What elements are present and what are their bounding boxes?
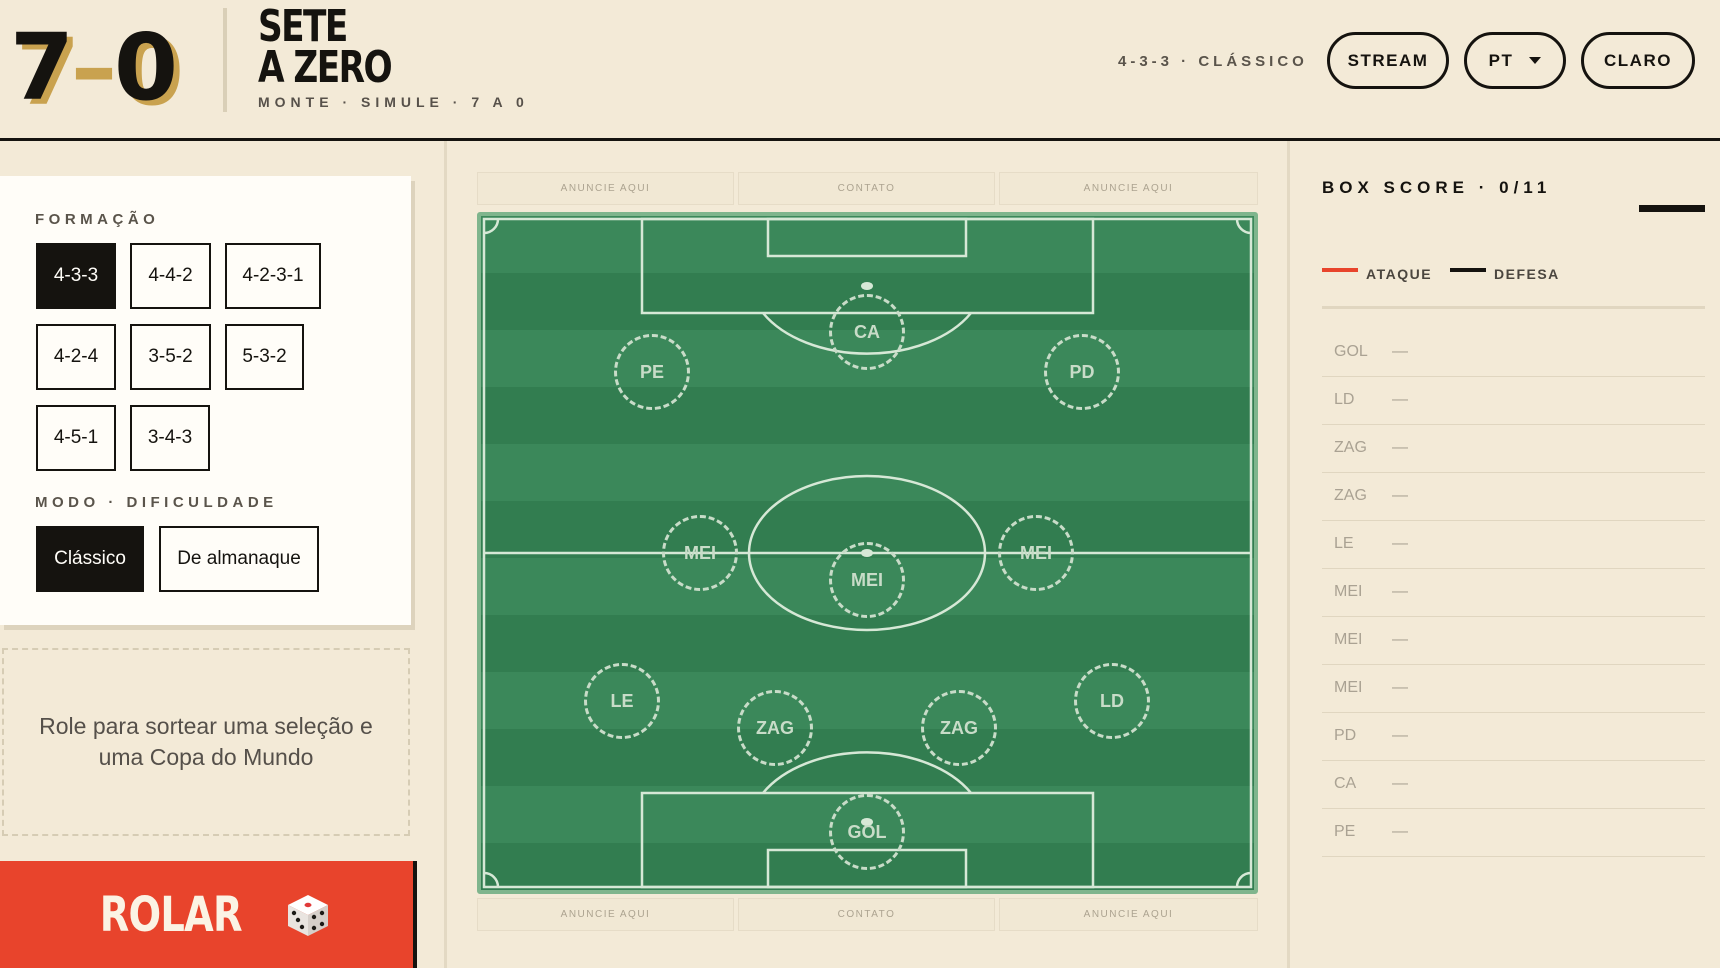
brand-tagline: MONTE · SIMULE · 7 A 0	[258, 94, 529, 110]
position-slot-mei-left[interactable]: MEI	[662, 515, 738, 591]
mode-button-almanaque[interactable]: De almanaque	[159, 526, 319, 592]
dice-icon	[288, 894, 329, 936]
logo-divider	[223, 8, 227, 112]
theme-toggle-button[interactable]: CLARO	[1581, 32, 1695, 89]
mode-button-classico[interactable]: Clássico	[36, 526, 144, 592]
score-row: ZAG —	[1322, 425, 1705, 473]
contact-link[interactable]: CONTATO	[738, 898, 995, 931]
stream-button[interactable]: STREAM	[1327, 32, 1449, 89]
formation-button-3-4-3[interactable]: 3-4-3	[130, 405, 210, 471]
score-row: GOL —	[1322, 329, 1705, 377]
legend-swatch-attack	[1322, 268, 1358, 272]
mode-title: MODO · DIFICULDADE	[35, 494, 278, 511]
chevron-down-icon	[1529, 57, 1542, 64]
column-divider	[444, 141, 447, 968]
legend-defense: DEFESA	[1450, 266, 1560, 282]
position-slot-gol[interactable]: GOL	[829, 794, 905, 870]
score-row: ZAG —	[1322, 473, 1705, 521]
score-row: CA —	[1322, 761, 1705, 809]
position-slot-ca[interactable]: CA	[829, 294, 905, 370]
score-row: MEI —	[1322, 617, 1705, 665]
formation-button-3-5-2[interactable]: 3-5-2	[130, 324, 211, 390]
legend-swatch-defense	[1450, 268, 1486, 272]
position-slot-mei-right[interactable]: MEI	[998, 515, 1074, 591]
pitch: CA PE PD MEI MEI MEI LE ZAG ZAG LD GOL	[477, 212, 1258, 894]
ad-slot[interactable]: ANUNCIE AQUI	[477, 172, 734, 205]
position-slot-pd[interactable]: PD	[1044, 334, 1120, 410]
box-score-bar	[1639, 205, 1705, 212]
language-select[interactable]: PT	[1464, 32, 1566, 89]
formation-title: FORMAÇÃO	[35, 211, 160, 228]
score-row: PD —	[1322, 713, 1705, 761]
formation-button-5-3-2[interactable]: 5-3-2	[225, 324, 304, 390]
score-row: MEI —	[1322, 665, 1705, 713]
position-slot-mei-center[interactable]: MEI	[829, 542, 905, 618]
position-slot-zag-right[interactable]: ZAG	[921, 690, 997, 766]
position-slot-pe[interactable]: PE	[614, 334, 690, 410]
logo[interactable]: 7–0	[10, 22, 178, 114]
column-divider	[1287, 141, 1290, 968]
score-row: LD —	[1322, 377, 1705, 425]
current-formation-label: 4-3-3 · CLÁSSICO	[1118, 53, 1308, 70]
score-row: LE —	[1322, 521, 1705, 569]
legend-attack: ATAQUE	[1322, 266, 1432, 282]
score-row: PE —	[1322, 809, 1705, 857]
app-header: 7–0 SETE A ZERO MONTE · SIMULE · 7 A 0 4…	[0, 0, 1720, 141]
legend-divider	[1322, 306, 1705, 309]
formation-button-4-5-1[interactable]: 4-5-1	[36, 405, 116, 471]
position-slot-ld[interactable]: LD	[1074, 663, 1150, 739]
position-slot-zag-left[interactable]: ZAG	[737, 690, 813, 766]
brand-title: SETE A ZERO	[258, 1, 393, 93]
ad-slot[interactable]: ANUNCIE AQUI	[999, 172, 1258, 205]
ad-slot[interactable]: ANUNCIE AQUI	[999, 898, 1258, 931]
formation-button-4-4-2[interactable]: 4-4-2	[130, 243, 211, 309]
roll-button[interactable]: ROLAR	[0, 861, 413, 968]
formation-button-4-3-3[interactable]: 4-3-3	[36, 243, 116, 309]
formation-button-4-2-4[interactable]: 4-2-4	[36, 324, 116, 390]
ad-slot[interactable]: ANUNCIE AQUI	[477, 898, 734, 931]
settings-card: FORMAÇÃO 4-3-3 4-4-2 4-2-3-1 4-2-4 3-5-2…	[0, 176, 411, 625]
position-slot-le[interactable]: LE	[584, 663, 660, 739]
score-row: MEI —	[1322, 569, 1705, 617]
contact-link[interactable]: CONTATO	[738, 172, 995, 205]
formation-button-4-2-3-1[interactable]: 4-2-3-1	[225, 243, 321, 309]
box-score-title: BOX SCORE · 0/11	[1322, 178, 1552, 197]
roll-hint: Role para sortear uma seleção e uma Copa…	[2, 648, 410, 836]
